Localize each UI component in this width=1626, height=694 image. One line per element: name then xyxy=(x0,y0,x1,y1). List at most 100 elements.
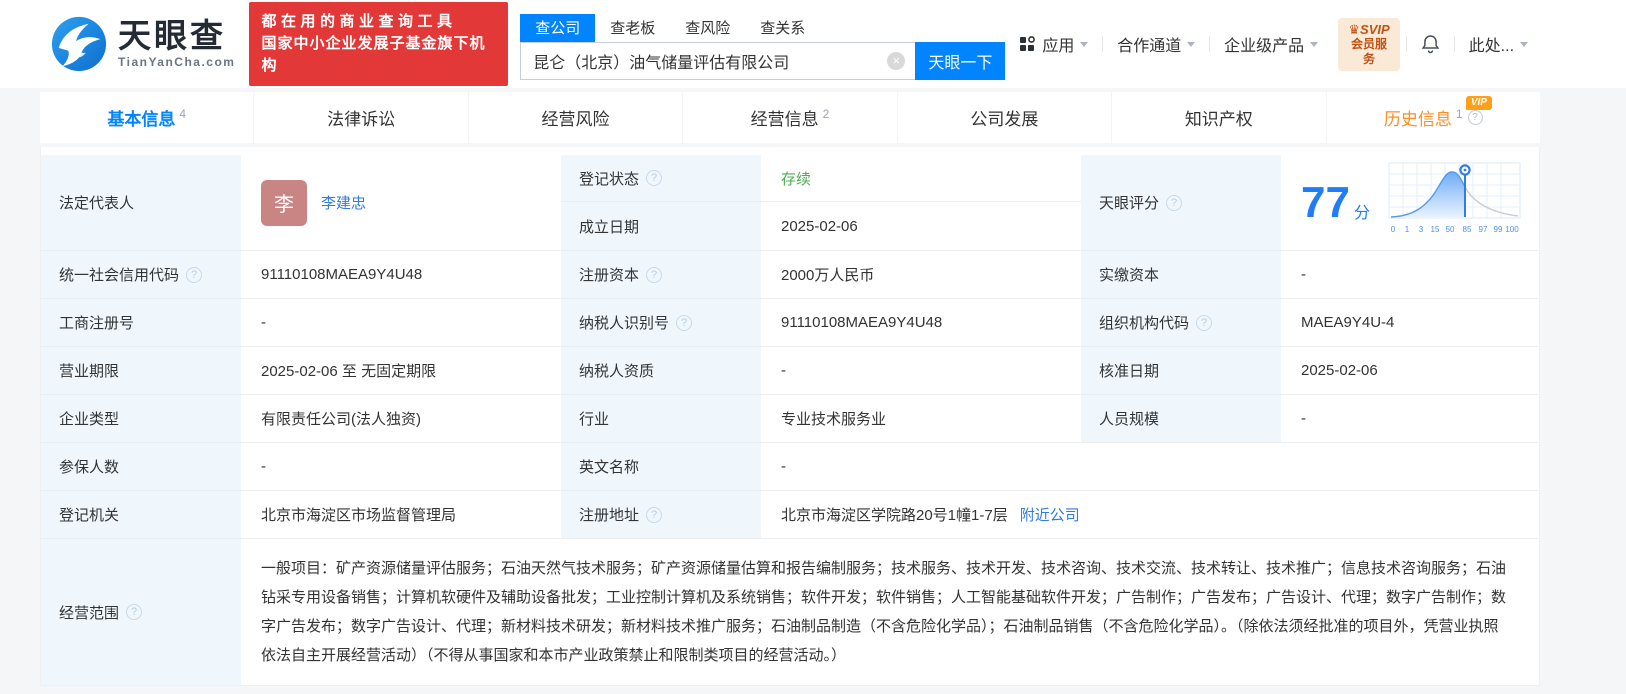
search-tab-risk[interactable]: 查风险 xyxy=(670,14,745,42)
tab-basic-info[interactable]: 基本信息 4 xyxy=(40,92,253,143)
score-unit: 分 xyxy=(1353,204,1370,222)
help-icon[interactable]: ? xyxy=(1196,314,1213,331)
nav-enterprise-label: 企业级产品 xyxy=(1224,38,1305,55)
user-menu[interactable]: 此处... xyxy=(1455,32,1542,56)
tianyancha-logo[interactable]: 天眼查 TianYanCha.com xyxy=(50,15,235,73)
search-tabs: 查公司 查老板 查风险 查关系 xyxy=(520,14,1005,42)
nav-apps[interactable]: 应用 xyxy=(1005,32,1102,56)
field-label-taxpayer-id: 纳税人识别号? xyxy=(561,299,761,347)
field-label-reg-authority: 登记机关 xyxy=(41,491,241,539)
field-label-reg-address: 注册地址? xyxy=(561,491,761,539)
field-value-company-type: 有限责任公司(法人独资) xyxy=(241,395,561,443)
field-label-reg-capital: 注册资本? xyxy=(561,251,761,299)
tab-company-development[interactable]: 公司发展 xyxy=(896,92,1111,143)
brand-name: 天眼查 xyxy=(118,17,226,54)
field-label-taxpayer-quality: 纳税人资质 xyxy=(561,347,761,395)
basic-info-card: 法定代表人 李 李建忠 登记状态? 存续 天眼评分? 77 分 0 1 3 15… xyxy=(40,147,1540,686)
svg-text:1: 1 xyxy=(1405,225,1410,234)
field-label-est-date: 成立日期 xyxy=(561,202,761,251)
slogan-line2: 国家中小企业发展子基金旗下机构 xyxy=(261,35,486,74)
field-label-reg-number: 工商注册号 xyxy=(41,299,241,347)
field-label-insured-count: 参保人数 xyxy=(41,443,241,491)
field-value-english-name: - xyxy=(761,443,1539,491)
notification-bell-icon[interactable] xyxy=(1407,34,1454,54)
field-label-legal-rep: 法定代表人 xyxy=(41,155,241,251)
field-value-credit-code: 91110108MAEA9Y4U48 xyxy=(241,251,561,299)
nav-partner-label: 合作通道 xyxy=(1117,38,1182,55)
field-value-reg-authority: 北京市海淀区市场监督管理局 xyxy=(241,491,561,539)
field-value-reg-address: 北京市海淀区学院路20号1幢1-7层 附近公司 xyxy=(761,491,1539,539)
field-label-paid-capital: 实缴资本 xyxy=(1081,251,1281,299)
field-value-legal-rep: 李 李建忠 xyxy=(241,155,561,251)
chevron-down-icon xyxy=(1080,41,1089,47)
tab-operating-risk[interactable]: 经营风险 xyxy=(467,92,682,143)
help-icon[interactable]: ? xyxy=(126,604,143,620)
score-distribution-chart: 0 1 3 15 50 85 97 99 100 xyxy=(1388,162,1521,234)
svg-text:50: 50 xyxy=(1446,225,1455,234)
svg-text:100: 100 xyxy=(1505,225,1519,234)
slogan-banner: 都在用的商业查询工具 国家中小企业发展子基金旗下机构 xyxy=(249,2,509,86)
nav-apps-label: 应用 xyxy=(1042,38,1075,55)
search-tab-boss[interactable]: 查老板 xyxy=(595,14,670,42)
company-info-table: 法定代表人 李 李建忠 登记状态? 存续 天眼评分? 77 分 0 1 3 15… xyxy=(41,155,1539,685)
help-icon[interactable]: ? xyxy=(646,170,663,186)
chevron-down-icon xyxy=(1310,41,1319,47)
tab-intellectual-property[interactable]: 知识产权 xyxy=(1111,92,1325,143)
field-value-reg-capital: 2000万人民币 xyxy=(761,251,1081,299)
svg-text:0: 0 xyxy=(1391,225,1396,234)
search-button[interactable]: 天眼一下 xyxy=(915,42,1006,80)
field-value-business-term: 2025-02-06 至 无固定期限 xyxy=(241,347,561,395)
section-tabbar: 基本信息 4 法律诉讼 经营风险 经营信息 2 公司发展 知识产权 VIP 历史… xyxy=(40,92,1540,143)
top-header: 天眼查 TianYanCha.com 都在用的商业查询工具 国家中小企业发展子基… xyxy=(0,0,1626,88)
legal-rep-link[interactable]: 李建忠 xyxy=(321,192,366,213)
nav-enterprise-products[interactable]: 企业级产品 xyxy=(1210,32,1332,56)
field-value-staff-size: - xyxy=(1281,395,1539,443)
field-value-taxpayer-id: 91110108MAEA9Y4U48 xyxy=(761,299,1081,347)
tab-history-info[interactable]: VIP 历史信息 1 ? xyxy=(1325,92,1540,143)
svg-text:85: 85 xyxy=(1463,225,1472,234)
field-value-reg-status: 存续 xyxy=(761,155,1081,202)
field-value-reg-number: - xyxy=(241,299,561,347)
svip-member-badge[interactable]: ♛SVIP 会员服务 xyxy=(1338,17,1400,71)
field-value-score: 77 分 0 1 3 15 50 85 97 99 100 xyxy=(1281,155,1539,251)
search-tab-relation[interactable]: 查关系 xyxy=(745,14,820,42)
svg-text:97: 97 xyxy=(1479,225,1488,234)
field-label-score: 天眼评分? xyxy=(1081,155,1281,251)
help-icon[interactable]: ? xyxy=(186,266,203,283)
search-area: 查公司 查老板 查风险 查关系 × 天眼一下 xyxy=(520,14,1006,80)
brand-domain: TianYanCha.com xyxy=(118,55,236,69)
top-nav: 应用 合作通道 企业级产品 ♛SVIP 会员服务 此处... xyxy=(1005,17,1542,71)
field-value-taxpayer-quality: - xyxy=(761,347,1081,395)
field-value-paid-capital: - xyxy=(1281,251,1539,299)
user-name: 此处... xyxy=(1468,38,1515,55)
field-label-business-scope: 经营范围? xyxy=(41,539,241,685)
field-value-business-scope: 一般项目：矿产资源储量评估服务；石油天然气技术服务；矿产资源储量估算和报告编制服… xyxy=(261,560,1507,664)
field-label-org-code: 组织机构代码? xyxy=(1081,299,1281,347)
help-icon[interactable]: ? xyxy=(1467,110,1483,125)
search-input[interactable] xyxy=(520,42,916,80)
tab-count: 2 xyxy=(822,106,830,121)
svg-text:3: 3 xyxy=(1419,225,1424,234)
nav-partner-channel[interactable]: 合作通道 xyxy=(1103,32,1209,56)
field-label-approval-date: 核准日期 xyxy=(1081,347,1281,395)
tab-business-info[interactable]: 经营信息 2 xyxy=(682,92,896,143)
help-icon[interactable]: ? xyxy=(1166,194,1183,211)
search-tab-company[interactable]: 查公司 xyxy=(520,14,596,42)
help-icon[interactable]: ? xyxy=(646,266,663,283)
tianyancha-logo-icon xyxy=(51,16,107,72)
avatar[interactable]: 李 xyxy=(261,179,307,226)
score-axis-ticks: 0 1 3 15 50 85 97 99 100 xyxy=(1391,225,1519,234)
tab-legal-litigation[interactable]: 法律诉讼 xyxy=(253,92,467,143)
status-badge: 存续 xyxy=(781,170,812,188)
help-icon[interactable]: ? xyxy=(676,314,693,331)
field-label-credit-code: 统一社会信用代码? xyxy=(41,251,241,299)
help-icon[interactable]: ? xyxy=(646,506,663,523)
field-value-org-code: MAEA9Y4U-4 xyxy=(1281,299,1539,347)
svip-line2: 会员服务 xyxy=(1351,36,1388,66)
svg-text:99: 99 xyxy=(1494,225,1503,234)
field-label-reg-status: 登记状态? xyxy=(561,155,761,202)
chevron-down-icon xyxy=(1520,41,1529,47)
tab-count: 1 xyxy=(1455,106,1463,121)
nearby-companies-link[interactable]: 附近公司 xyxy=(1020,504,1080,525)
field-value-insured-count: - xyxy=(241,443,561,491)
